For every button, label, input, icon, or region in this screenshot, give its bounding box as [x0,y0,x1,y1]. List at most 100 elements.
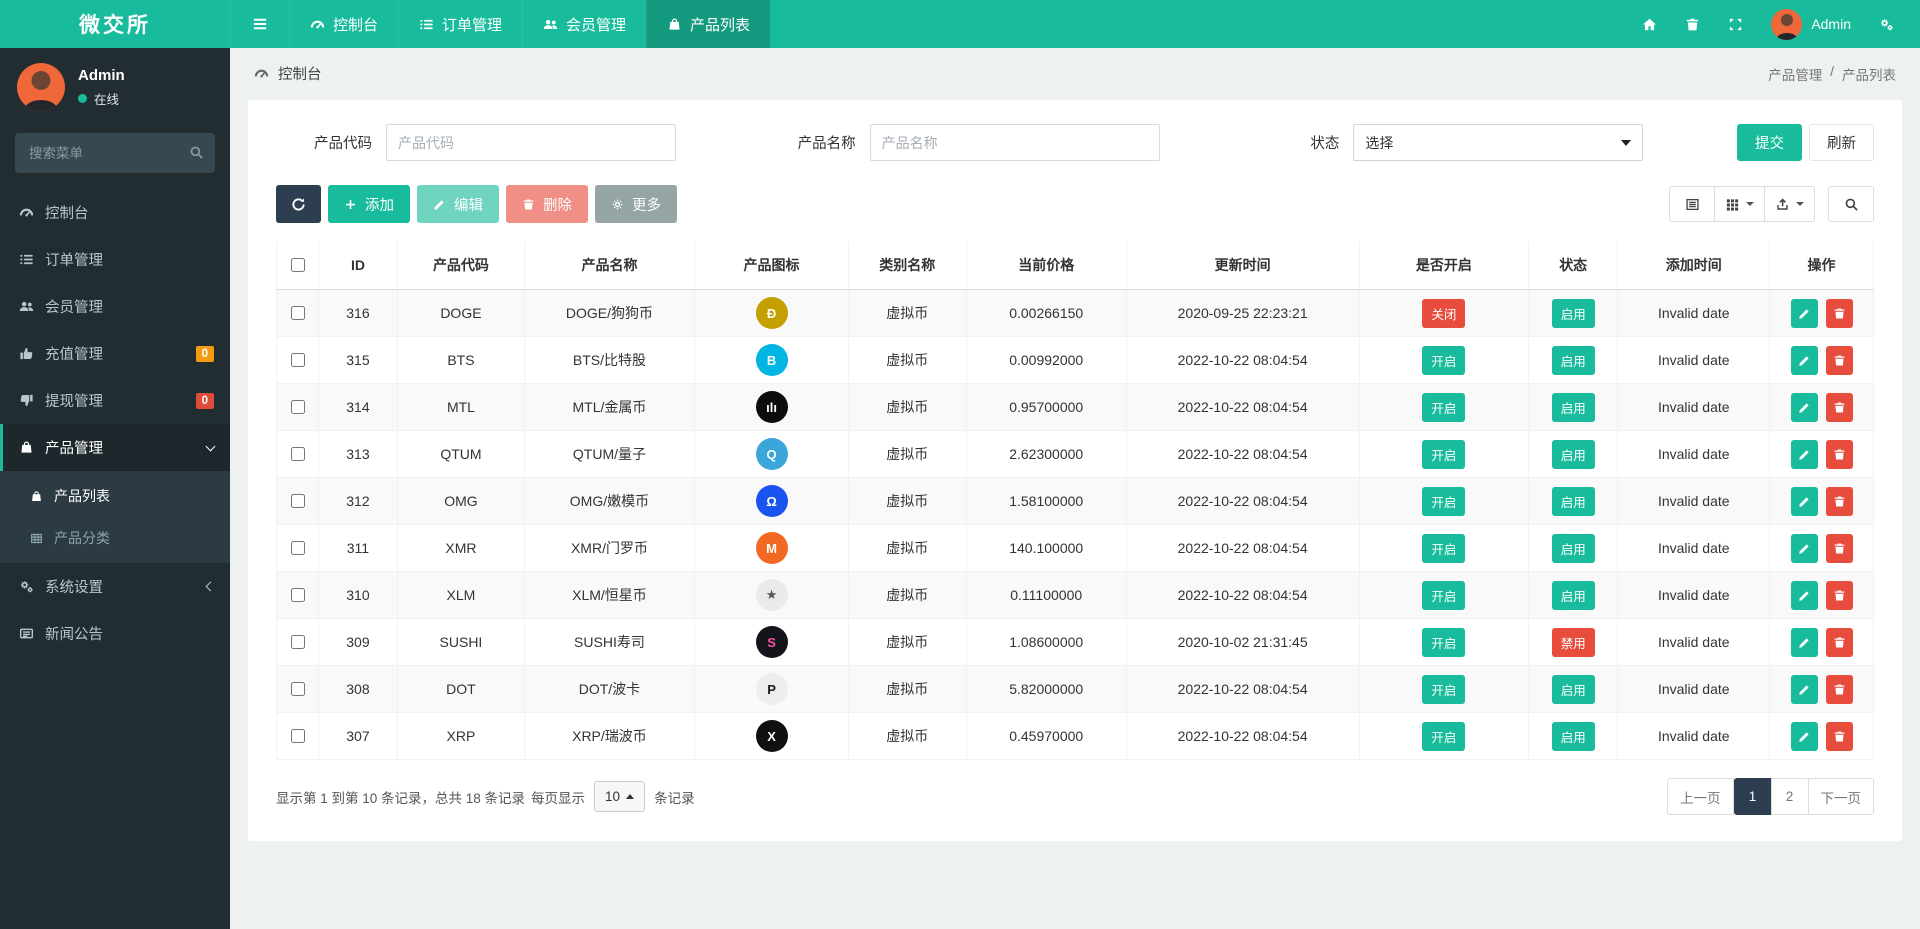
edit-row-button[interactable] [1790,486,1818,516]
row-checkbox[interactable] [290,729,305,743]
delete-row-button[interactable] [1825,439,1853,469]
delete-row-button[interactable] [1825,392,1853,422]
sidebar-item-members[interactable]: 会员管理 [0,283,230,330]
status-badge[interactable]: 启用 [1551,580,1595,610]
sidebar-item-deposits[interactable]: 充值管理 0 [0,330,230,377]
row-checkbox[interactable] [290,400,305,414]
open-badge[interactable]: 开启 [1422,580,1466,610]
row-checkbox[interactable] [290,541,305,555]
shopping-bag-icon [21,441,32,453]
prev-page-button[interactable]: 上一页 [1667,778,1734,815]
settings-button[interactable] [1879,17,1894,32]
cell-updated-time: 2022-10-22 08:04:54 [1125,571,1360,619]
sidebar-item-withdrawals[interactable]: 提现管理 0 [0,377,230,424]
select-all-checkbox[interactable] [290,258,305,272]
nav-item-products[interactable]: 产品列表 [646,0,771,48]
open-badge[interactable]: 开启 [1422,674,1466,704]
open-badge[interactable]: 开启 [1422,533,1466,563]
delete-row-button[interactable] [1825,486,1853,516]
next-page-button[interactable]: 下一页 [1807,778,1874,815]
delete-row-button[interactable] [1825,345,1853,375]
open-badge[interactable]: 开启 [1422,721,1466,751]
edit-row-button[interactable] [1790,674,1818,704]
brand-logo[interactable]: 微交所 [0,0,230,48]
edit-row-button[interactable] [1790,392,1818,422]
user-menu[interactable]: Admin [1771,8,1851,40]
clear-cache-button[interactable] [1685,17,1700,32]
page-button-2[interactable]: 2 [1770,778,1809,815]
status-select[interactable]: 选择 [1353,124,1644,161]
status-badge[interactable]: 启用 [1551,486,1595,516]
cell-product-code: SUSHI [397,618,525,666]
add-button[interactable]: 添加 [328,185,410,223]
nav-item-dashboard[interactable]: 控制台 [289,0,398,48]
delete-row-button[interactable] [1825,298,1853,328]
breadcrumb-parent[interactable]: 产品管理 [1768,64,1822,84]
edit-row-button[interactable] [1790,439,1818,469]
edit-row-button[interactable] [1790,298,1818,328]
product-icon: Ω [755,485,788,517]
sidebar-item-system-settings[interactable]: 系统设置 [0,563,230,610]
status-badge[interactable]: 禁用 [1551,627,1595,657]
sidebar-toggle-button[interactable] [230,0,289,48]
row-checkbox[interactable] [290,447,305,461]
status-badge[interactable]: 启用 [1551,345,1595,375]
status-badge[interactable]: 启用 [1551,721,1595,751]
delete-row-button[interactable] [1825,627,1853,657]
status-badge[interactable]: 启用 [1551,674,1595,704]
nav-item-orders[interactable]: 订单管理 [398,0,522,48]
cell-added-time: Invalid date [1617,665,1771,713]
page-size-select[interactable]: 10 [594,781,646,812]
status-badge[interactable]: 启用 [1551,533,1595,563]
fullscreen-button[interactable] [1728,17,1743,32]
cell-product-code: DOT [397,665,525,713]
open-badge[interactable]: 开启 [1422,392,1466,422]
sidebar-item-product-category[interactable]: 产品分类 [0,517,230,559]
row-checkbox[interactable] [290,635,305,649]
edit-row-button[interactable] [1790,533,1818,563]
nav-item-members[interactable]: 会员管理 [522,0,646,48]
sidebar-item-orders[interactable]: 订单管理 [0,236,230,283]
toggle-detail-view-button[interactable] [1669,186,1715,222]
edit-row-button[interactable] [1790,627,1818,657]
delete-button[interactable]: 删除 [506,185,588,223]
row-checkbox[interactable] [290,353,305,367]
reload-table-button[interactable] [276,185,321,223]
delete-row-button[interactable] [1825,721,1853,751]
refresh-button[interactable]: 刷新 [1809,124,1875,161]
delete-row-button[interactable] [1825,580,1853,610]
export-button[interactable] [1764,186,1815,222]
open-badge[interactable]: 开启 [1422,486,1466,516]
open-badge[interactable]: 开启 [1422,439,1466,469]
sidebar-item-news[interactable]: 新闻公告 [0,610,230,657]
open-badge[interactable]: 开启 [1422,345,1466,375]
columns-button[interactable] [1714,186,1765,222]
edit-row-button[interactable] [1790,721,1818,751]
row-checkbox[interactable] [290,306,305,320]
edit-button[interactable]: 编辑 [417,185,499,223]
cell-id: 314 [317,383,399,431]
menu-search-input[interactable] [15,133,215,173]
submit-button[interactable]: 提交 [1737,124,1803,161]
status-badge[interactable]: 启用 [1551,298,1595,328]
edit-row-button[interactable] [1790,345,1818,375]
status-badge[interactable]: 启用 [1551,392,1595,422]
row-checkbox[interactable] [290,588,305,602]
edit-row-button[interactable] [1790,580,1818,610]
sidebar-item-dashboard[interactable]: 控制台 [0,189,230,236]
table-search-button[interactable] [1828,186,1874,222]
home-button[interactable] [1642,17,1657,32]
delete-row-button[interactable] [1825,674,1853,704]
product-code-input[interactable] [386,124,676,161]
row-checkbox[interactable] [290,494,305,508]
sidebar-item-product-list[interactable]: 产品列表 [0,475,230,517]
more-button[interactable]: 更多 [595,185,677,223]
row-checkbox[interactable] [290,682,305,696]
open-badge[interactable]: 开启 [1422,627,1466,657]
page-button-1[interactable]: 1 [1733,778,1772,815]
product-name-input[interactable] [869,124,1160,161]
status-badge[interactable]: 启用 [1551,439,1595,469]
delete-row-button[interactable] [1825,533,1853,563]
open-badge[interactable]: 关闭 [1422,298,1466,328]
sidebar-item-product-management[interactable]: 产品管理 [0,424,230,471]
